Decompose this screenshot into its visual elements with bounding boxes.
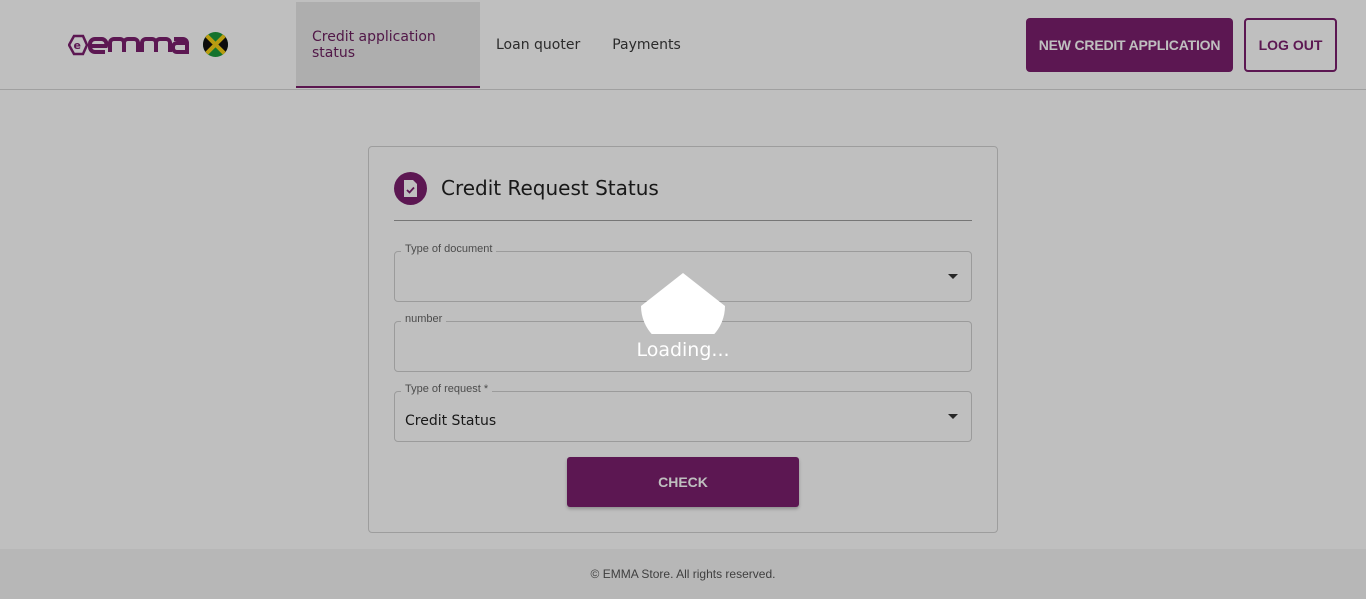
loading-overlay: Loading...: [0, 0, 1366, 599]
loading-spinner-icon: [641, 273, 725, 334]
loading-text: Loading...: [636, 339, 730, 361]
